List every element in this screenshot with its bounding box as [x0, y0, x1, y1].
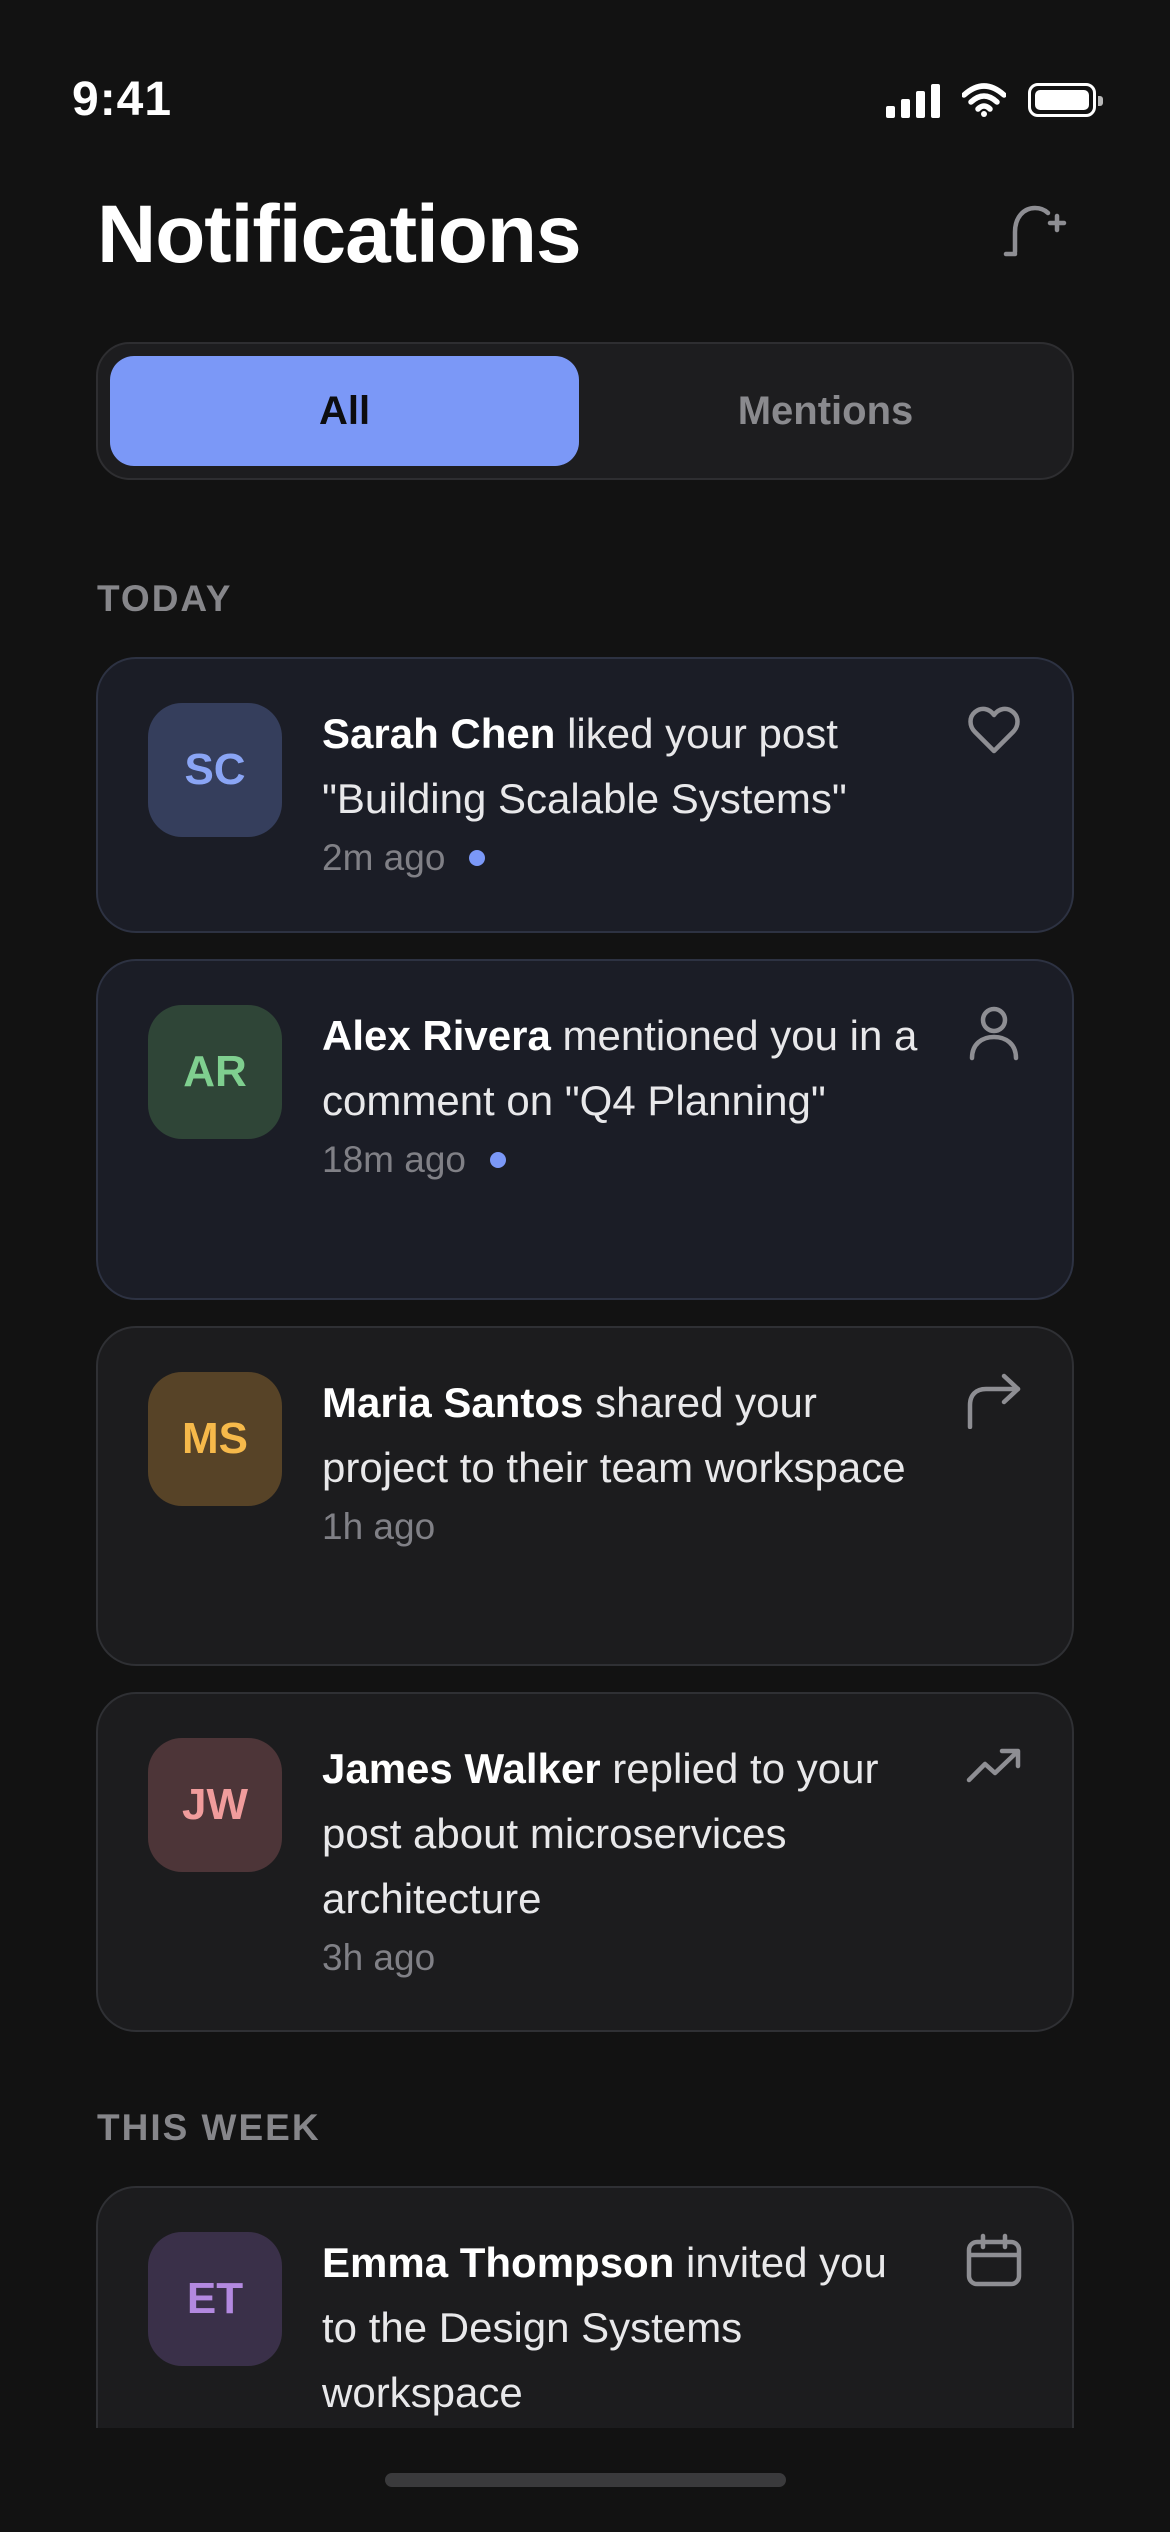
notification-content: Sarah Chen liked your post "Building Sca… — [322, 701, 932, 882]
notification-text: James Walker replied to your post about … — [322, 1736, 932, 1931]
notification-type — [964, 1370, 1024, 1430]
section-label-today: TODAY — [97, 578, 233, 619]
avatar: AR — [148, 1005, 282, 1139]
actor-name: Sarah Chen — [322, 710, 556, 757]
unread-dot — [469, 850, 486, 866]
notification-time: 3h ago — [322, 1937, 436, 1978]
actor-name: Alex Rivera — [322, 1012, 551, 1059]
home-indicator[interactable] — [385, 2473, 786, 2487]
notification-time: 1h ago — [322, 1506, 436, 1547]
notifications-screen: 9:41 Notifications All Mentions TODAY SC… — [0, 0, 1170, 2532]
page-title: Notifications — [97, 189, 582, 280]
notification-content: Maria Santos shared your project to thei… — [322, 1370, 932, 1551]
notification-text: Maria Santos shared your project to thei… — [322, 1370, 932, 1500]
tab-all[interactable]: All — [110, 356, 579, 466]
notification-type — [964, 1003, 1024, 1063]
notification-card[interactable]: MS Maria Santos shared your project to t… — [96, 1326, 1074, 1666]
notification-time: 18m ago — [322, 1139, 466, 1180]
wifi-icon — [962, 83, 1006, 117]
avatar: ET — [148, 2232, 282, 2366]
add-notification-button[interactable] — [998, 198, 1074, 268]
actor-name: James Walker — [322, 1745, 601, 1792]
notification-text: Emma Thompson invited you to the Design … — [322, 2230, 932, 2425]
notification-meta: 18m ago — [322, 1136, 932, 1184]
share-arrow-icon — [967, 1373, 1021, 1429]
notification-content: Alex Rivera mentioned you in a comment o… — [322, 1003, 932, 1184]
notification-type — [964, 701, 1024, 761]
status-bar: 9:41 — [0, 0, 1170, 200]
heart-icon — [968, 706, 1020, 754]
battery-icon — [1028, 83, 1103, 117]
status-icons — [886, 82, 1103, 118]
user-icon — [969, 1006, 1019, 1061]
notification-type — [964, 1736, 1024, 1796]
actor-name: Maria Santos — [322, 1379, 584, 1426]
tab-mentions[interactable]: Mentions — [591, 356, 1060, 466]
notification-card[interactable]: SC Sarah Chen liked your post "Building … — [96, 657, 1074, 933]
notification-type — [964, 2230, 1024, 2290]
calendar-icon — [966, 2233, 1022, 2287]
status-time: 9:41 — [72, 73, 173, 126]
bell-plus-icon — [1003, 205, 1067, 257]
notification-meta: 1h ago — [322, 1503, 932, 1551]
actor-name: Emma Thompson — [322, 2239, 675, 2286]
cellular-signal-icon — [886, 82, 940, 118]
notification-content: Emma Thompson invited you to the Design … — [322, 2230, 932, 2425]
avatar: JW — [148, 1738, 282, 1872]
avatar: SC — [148, 703, 282, 837]
notification-filter-tabs: All Mentions — [96, 342, 1074, 480]
notification-meta: 2m ago — [322, 834, 932, 882]
section-label-this-week: THIS WEEK — [97, 2107, 321, 2148]
trending-up-icon — [966, 1748, 1021, 1783]
notification-card[interactable]: AR Alex Rivera mentioned you in a commen… — [96, 959, 1074, 1300]
notification-card[interactable]: JW James Walker replied to your post abo… — [96, 1692, 1074, 2032]
notification-text: Alex Rivera mentioned you in a comment o… — [322, 1003, 932, 1133]
avatar: MS — [148, 1372, 282, 1506]
notification-text: Sarah Chen liked your post "Building Sca… — [322, 701, 932, 831]
notification-content: James Walker replied to your post about … — [322, 1736, 932, 1982]
notification-meta: 3h ago — [322, 1934, 932, 1982]
notification-time: 2m ago — [322, 837, 446, 878]
unread-dot — [490, 1152, 506, 1168]
